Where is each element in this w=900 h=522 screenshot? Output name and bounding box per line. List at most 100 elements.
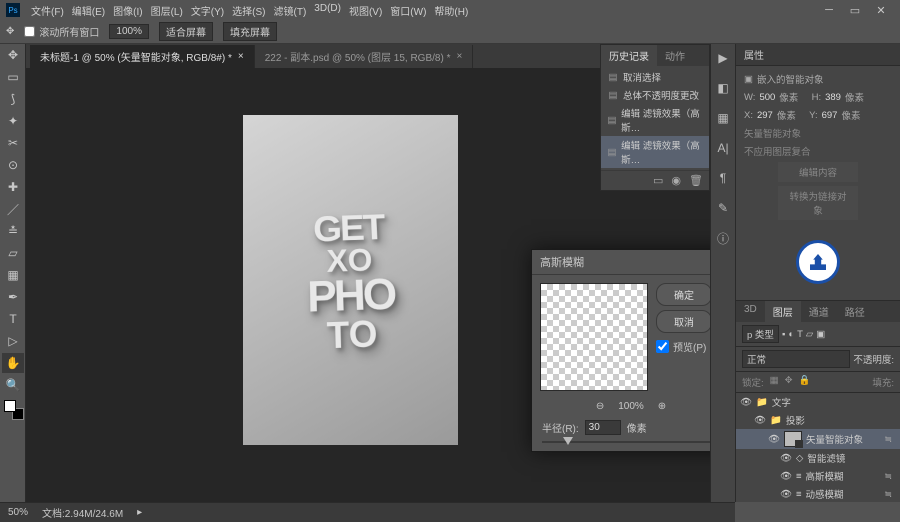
- lock-pos-icon[interactable]: ✥: [785, 375, 793, 389]
- tab-close-icon[interactable]: ×: [456, 51, 462, 62]
- fx-badge[interactable]: ≒: [884, 471, 896, 482]
- visibility-icon[interactable]: 👁: [768, 434, 780, 445]
- hand-tool[interactable]: ✋: [2, 353, 24, 373]
- lock-pixel-icon[interactable]: ▦: [770, 375, 779, 389]
- color-icon[interactable]: ◧: [715, 80, 731, 96]
- layer-row[interactable]: 👁≡动感模糊≒: [736, 485, 900, 502]
- crop-tool[interactable]: ✂: [2, 133, 24, 153]
- wand-tool[interactable]: ✦: [2, 111, 24, 131]
- marquee-tool[interactable]: ▭: [2, 67, 24, 87]
- history-item[interactable]: ▤编辑 滤镜效果（高斯…: [601, 104, 709, 136]
- menu-item[interactable]: 文件(F): [28, 1, 67, 20]
- zoom-out-icon[interactable]: ⊖: [596, 401, 604, 412]
- menu-item[interactable]: 图像(I): [110, 1, 145, 20]
- info-icon[interactable]: ⓘ: [715, 230, 731, 246]
- maximize-button[interactable]: ▭: [846, 3, 864, 17]
- layers-tab[interactable]: 通道: [801, 301, 837, 322]
- menu-item[interactable]: 窗口(W): [387, 1, 429, 20]
- edit-contents-button[interactable]: 编辑内容: [778, 162, 858, 182]
- zoom-in-icon[interactable]: ⊕: [658, 401, 666, 412]
- brush-icon[interactable]: ✎: [715, 200, 731, 216]
- eyedropper-tool[interactable]: ⊙: [2, 155, 24, 175]
- menu-item[interactable]: 选择(S): [229, 1, 268, 20]
- smartobj-icon: ▣: [744, 74, 753, 85]
- right-panel-dock: 属性 ▣ 嵌入的智能对象 W:500像素 H:389像素 X:297像素 Y:6…: [735, 44, 900, 502]
- fit-screen-button[interactable]: 适合屏幕: [159, 22, 213, 41]
- status-zoom[interactable]: 50%: [8, 507, 28, 518]
- close-button[interactable]: ✕: [872, 3, 890, 17]
- fg-swatch[interactable]: [4, 400, 16, 412]
- play-icon[interactable]: ▶: [715, 50, 731, 66]
- visibility-icon[interactable]: 👁: [780, 471, 792, 482]
- preview-checkbox[interactable]: 预览(P): [656, 339, 712, 354]
- lasso-tool[interactable]: ⟆: [2, 89, 24, 109]
- stamp-tool[interactable]: ≛: [2, 221, 24, 241]
- filter-pixel-icon[interactable]: ▪: [782, 329, 785, 340]
- cancel-button[interactable]: 取消: [656, 310, 712, 333]
- visibility-icon[interactable]: 👁: [780, 489, 792, 500]
- convert-linked-button[interactable]: 转换为链接对象: [778, 186, 858, 220]
- trash-icon[interactable]: 🗑: [689, 174, 703, 187]
- history-item[interactable]: ▤取消选择: [601, 68, 709, 86]
- history-item[interactable]: ▤编辑 滤镜效果（高斯…: [601, 136, 709, 168]
- layer-row[interactable]: 👁◇智能滤镜: [736, 449, 900, 467]
- dialog-preview[interactable]: [540, 283, 648, 391]
- layer-row[interactable]: 👁📁投影: [736, 411, 900, 429]
- history-item[interactable]: ▤总体不透明度更改: [601, 86, 709, 104]
- radius-slider[interactable]: [532, 439, 730, 451]
- menu-item[interactable]: 编辑(E): [69, 1, 108, 20]
- brush-tool[interactable]: ／: [2, 199, 24, 219]
- layer-row[interactable]: 👁≡高斯模糊≒: [736, 467, 900, 485]
- filter-shape-icon[interactable]: ▱: [806, 329, 813, 340]
- radius-input[interactable]: [585, 420, 621, 435]
- new-snapshot-icon[interactable]: ▭: [653, 174, 663, 187]
- history-tab[interactable]: 动作: [657, 45, 693, 66]
- minimize-button[interactable]: ─: [820, 3, 838, 17]
- gradient-tool[interactable]: ▦: [2, 265, 24, 285]
- char-icon[interactable]: A|: [715, 140, 731, 156]
- pen-tool[interactable]: ✒: [2, 287, 24, 307]
- blend-mode-select[interactable]: 正常: [742, 350, 850, 368]
- visibility-icon[interactable]: 👁: [780, 453, 792, 464]
- filter-adjust-icon[interactable]: ◐: [788, 329, 794, 340]
- camera-icon[interactable]: ◉: [671, 174, 681, 187]
- swatch-icon[interactable]: ▦: [715, 110, 731, 126]
- layer-row[interactable]: 👁📁文字: [736, 393, 900, 411]
- zoom-input[interactable]: 100%: [109, 24, 149, 39]
- visibility-icon[interactable]: 👁: [754, 415, 766, 426]
- fx-badge[interactable]: ≒: [884, 489, 896, 500]
- move-tool[interactable]: ✥: [2, 45, 24, 65]
- tab-close-icon[interactable]: ×: [238, 51, 244, 62]
- properties-tab[interactable]: 属性: [736, 44, 900, 66]
- layers-tab[interactable]: 图层: [765, 301, 801, 322]
- layer-row[interactable]: 👁矢量智能对象≒: [736, 429, 900, 449]
- status-arrow-icon[interactable]: ▸: [137, 507, 142, 518]
- menu-item[interactable]: 3D(D): [311, 1, 344, 20]
- menu-item[interactable]: 图层(L): [148, 1, 186, 20]
- fill-screen-button[interactable]: 填充屏幕: [223, 22, 277, 41]
- layers-tab[interactable]: 3D: [736, 301, 765, 322]
- layer-kind-select[interactable]: p 类型: [742, 325, 779, 343]
- heal-tool[interactable]: ✚: [2, 177, 24, 197]
- type-tool[interactable]: T: [2, 309, 24, 329]
- visibility-icon[interactable]: 👁: [740, 397, 752, 408]
- document-tab[interactable]: 222 - 副本.psd @ 50% (图层 15, RGB/8) *×: [255, 45, 474, 68]
- lock-all-icon[interactable]: 🔒: [799, 375, 811, 389]
- scroll-all-checkbox[interactable]: 滚动所有窗口: [24, 24, 99, 39]
- menu-item[interactable]: 文字(Y): [188, 1, 227, 20]
- ok-button[interactable]: 确定: [656, 283, 712, 306]
- document-tab[interactable]: 未标题-1 @ 50% (矢量智能对象, RGB/8#) *×: [30, 45, 255, 68]
- zoom-tool[interactable]: 🔍: [2, 375, 24, 395]
- color-swatches[interactable]: [4, 400, 24, 420]
- fx-badge[interactable]: ≒: [884, 434, 896, 445]
- filter-type-icon[interactable]: T: [797, 329, 803, 340]
- menu-item[interactable]: 视图(V): [346, 1, 385, 20]
- menu-item[interactable]: 滤镜(T): [271, 1, 310, 20]
- history-tab[interactable]: 历史记录: [601, 45, 657, 66]
- path-tool[interactable]: ▷: [2, 331, 24, 351]
- layers-tab[interactable]: 路径: [837, 301, 873, 322]
- paragraph-icon[interactable]: ¶: [715, 170, 731, 186]
- eraser-tool[interactable]: ▱: [2, 243, 24, 263]
- menu-item[interactable]: 帮助(H): [431, 1, 471, 20]
- filter-smart-icon[interactable]: ▣: [816, 329, 825, 340]
